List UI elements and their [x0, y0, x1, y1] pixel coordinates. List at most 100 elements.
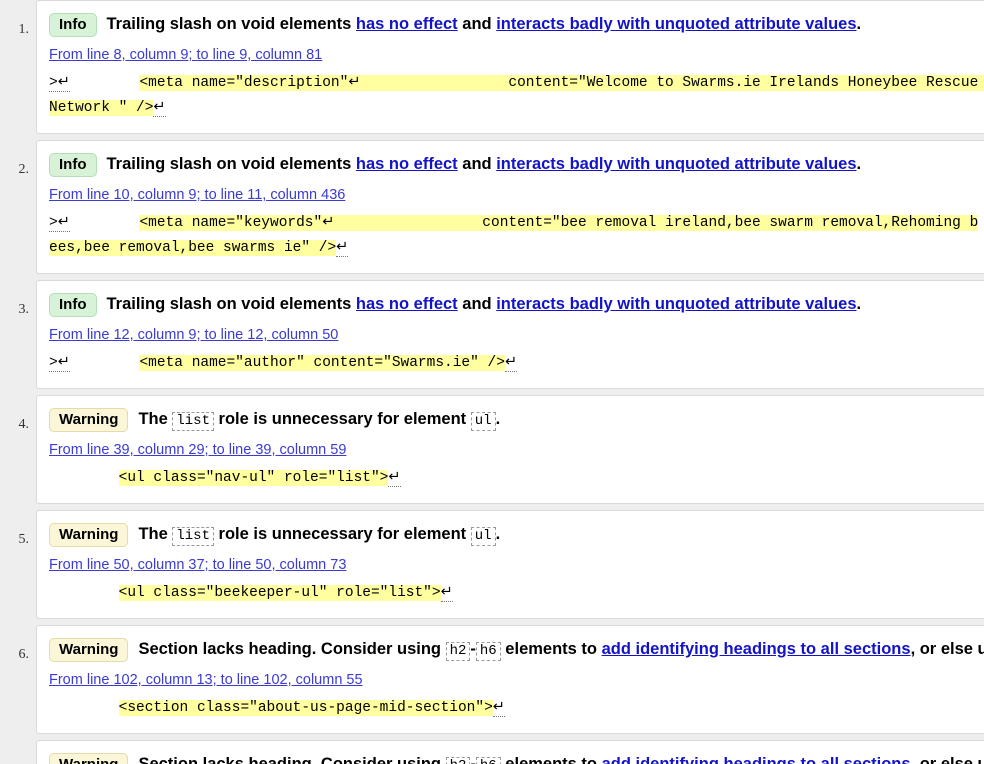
message-text-post: , or else use — [910, 755, 984, 764]
message-text-mid: and — [457, 295, 497, 313]
extract-gap — [70, 215, 140, 231]
source-location: From line 39, column 29; to line 39, col… — [49, 441, 984, 458]
message-item: 4. Warning The list role is unnecessary fo… — [0, 395, 984, 504]
severity-badge-warning: Warning — [49, 753, 129, 764]
extract-before: >↵ — [49, 75, 70, 92]
source-location: From line 50, column 37; to line 50, col… — [49, 556, 984, 573]
source-location-link[interactable]: From line 102, column 13; to line 102, c… — [49, 672, 363, 688]
source-location-link[interactable]: From line 10, column 9; to line 11, colu… — [49, 187, 345, 203]
extract-gap — [49, 700, 119, 716]
message-text-mid: elements to — [500, 755, 602, 764]
message-item: 2. Info Trailing slash on void elements ha… — [0, 140, 984, 274]
extract-highlight: <ul class="nav-ul" role="list"> — [118, 470, 389, 486]
message-headline: Info Trailing slash on void elements has … — [49, 293, 984, 317]
message-text-mid: elements to — [500, 640, 602, 658]
source-location-link[interactable]: From line 39, column 29; to line 39, col… — [49, 442, 346, 458]
extract-gap — [70, 75, 140, 91]
extract-highlight: <meta name="keywords"↵ content="bee remo… — [49, 215, 979, 256]
message-card: Warning The list role is unnecessary for … — [36, 510, 984, 619]
element-reference-2: h6 — [475, 642, 501, 661]
validation-results-list: 1. Info Trailing slash on void elements ha… — [0, 0, 984, 764]
extract-gap — [49, 585, 119, 601]
extract-highlight: <meta name="author" content="Swarms.ie" … — [139, 355, 505, 371]
message-item: 6. Warning Section lacks heading. Consider… — [0, 625, 984, 734]
severity-badge-warning: Warning — [49, 408, 129, 432]
message-item: 7. Warning Section lacks heading. Consider… — [0, 740, 984, 764]
message-text-post: . — [856, 295, 862, 313]
message-headline: Warning The list role is unnecessary for … — [49, 408, 984, 432]
message-text-post: . — [495, 410, 501, 428]
message-text-post: . — [856, 155, 862, 173]
extract-after: ↵ — [388, 470, 401, 487]
message-card: Warning The list role is unnecessary for … — [36, 395, 984, 504]
message-item: 5. Warning The list role is unnecessary fo… — [0, 510, 984, 619]
extract-after: ↵ — [153, 100, 166, 117]
extract-highlight: <section class="about-us-page-mid-sectio… — [118, 700, 493, 716]
message-number: 2. — [18, 162, 30, 177]
element-reference-1: list — [172, 527, 214, 546]
element-reference-1: list — [172, 412, 214, 431]
message-headline: Warning Section lacks heading. Consider u… — [49, 753, 984, 764]
source-location-link[interactable]: From line 12, column 9; to line 12, colu… — [49, 327, 338, 343]
source-extract: <ul class="beekeeper-ul" role="list">↵ — [49, 581, 984, 606]
source-location-link[interactable]: From line 50, column 37; to line 50, col… — [49, 557, 346, 573]
message-link-has-no-effect[interactable]: has no effect — [356, 15, 458, 33]
message-card: Info Trailing slash on void elements has … — [36, 0, 984, 134]
message-link-unquoted-attributes[interactable]: interacts badly with unquoted attribute … — [496, 295, 856, 313]
message-text-pre: Trailing slash on void elements — [106, 155, 356, 173]
extract-gap — [49, 470, 119, 486]
source-extract: >↵ <meta name="keywords"↵ content="bee r… — [49, 211, 984, 261]
message-number: 4. — [18, 417, 30, 432]
source-extract: <ul class="nav-ul" role="list">↵ — [49, 466, 984, 491]
source-location-link[interactable]: From line 8, column 9; to line 9, column… — [49, 47, 322, 63]
message-text-pre: Trailing slash on void elements — [106, 15, 356, 33]
message-card: Info Trailing slash on void elements has … — [36, 140, 984, 274]
message-headline: Warning Section lacks heading. Consider u… — [49, 638, 984, 662]
extract-after: ↵ — [440, 585, 453, 602]
source-location: From line 102, column 13; to line 102, c… — [49, 671, 984, 688]
message-number: 5. — [18, 532, 30, 547]
extract-highlight: <ul class="beekeeper-ul" role="list"> — [118, 585, 441, 601]
message-card: Warning Section lacks heading. Consider u… — [36, 625, 984, 734]
message-text-mid: role is unnecessary for element — [213, 525, 471, 543]
message-text-pre: Section lacks heading. Consider using — [138, 755, 446, 764]
extract-before: >↵ — [49, 355, 70, 372]
message-link-add-headings[interactable]: add identifying headings to all sections — [602, 640, 911, 658]
message-link-unquoted-attributes[interactable]: interacts badly with unquoted attribute … — [496, 155, 856, 173]
source-location: From line 12, column 9; to line 12, colu… — [49, 326, 984, 343]
message-text-post: . — [856, 15, 862, 33]
message-item: 3. Info Trailing slash on void elements ha… — [0, 280, 984, 389]
source-extract: <section class="about-us-page-mid-sectio… — [49, 696, 984, 721]
message-number: 7. — [0, 740, 36, 764]
element-reference-2: ul — [470, 412, 496, 431]
message-headline: Warning The list role is unnecessary for … — [49, 523, 984, 547]
source-extract: >↵ <meta name="description"↵ content="We… — [49, 71, 984, 121]
severity-badge-warning: Warning — [49, 523, 129, 547]
message-link-add-headings[interactable]: add identifying headings to all sections — [602, 755, 911, 764]
message-headline: Info Trailing slash on void elements has … — [49, 153, 984, 177]
severity-badge-warning: Warning — [49, 638, 129, 662]
message-card: Info Trailing slash on void elements has … — [36, 280, 984, 389]
extract-after: ↵ — [492, 700, 505, 717]
element-reference-1: h2 — [445, 642, 471, 661]
extract-after: ↵ — [504, 355, 518, 372]
source-location: From line 8, column 9; to line 9, column… — [49, 46, 984, 63]
message-link-has-no-effect[interactable]: has no effect — [356, 155, 458, 173]
severity-badge-info: Info — [49, 293, 97, 317]
message-headline: Info Trailing slash on void elements has … — [49, 13, 984, 37]
message-text-mid: role is unnecessary for element — [213, 410, 471, 428]
message-item: 1. Info Trailing slash on void elements ha… — [0, 0, 984, 134]
message-card: Warning Section lacks heading. Consider u… — [36, 740, 984, 764]
message-link-unquoted-attributes[interactable]: interacts badly with unquoted attribute … — [496, 15, 856, 33]
message-text-pre: The — [138, 525, 173, 543]
element-reference-2: ul — [470, 527, 496, 546]
message-text-mid: and — [457, 155, 497, 173]
message-link-has-no-effect[interactable]: has no effect — [356, 295, 458, 313]
message-number: 6. — [18, 647, 30, 662]
message-text-pre: Trailing slash on void elements — [106, 295, 356, 313]
severity-badge-info: Info — [49, 153, 97, 177]
extract-before: >↵ — [49, 215, 70, 232]
message-text-mid: and — [457, 15, 497, 33]
element-reference-1: h2 — [445, 757, 471, 764]
source-location: From line 10, column 9; to line 11, colu… — [49, 186, 984, 203]
